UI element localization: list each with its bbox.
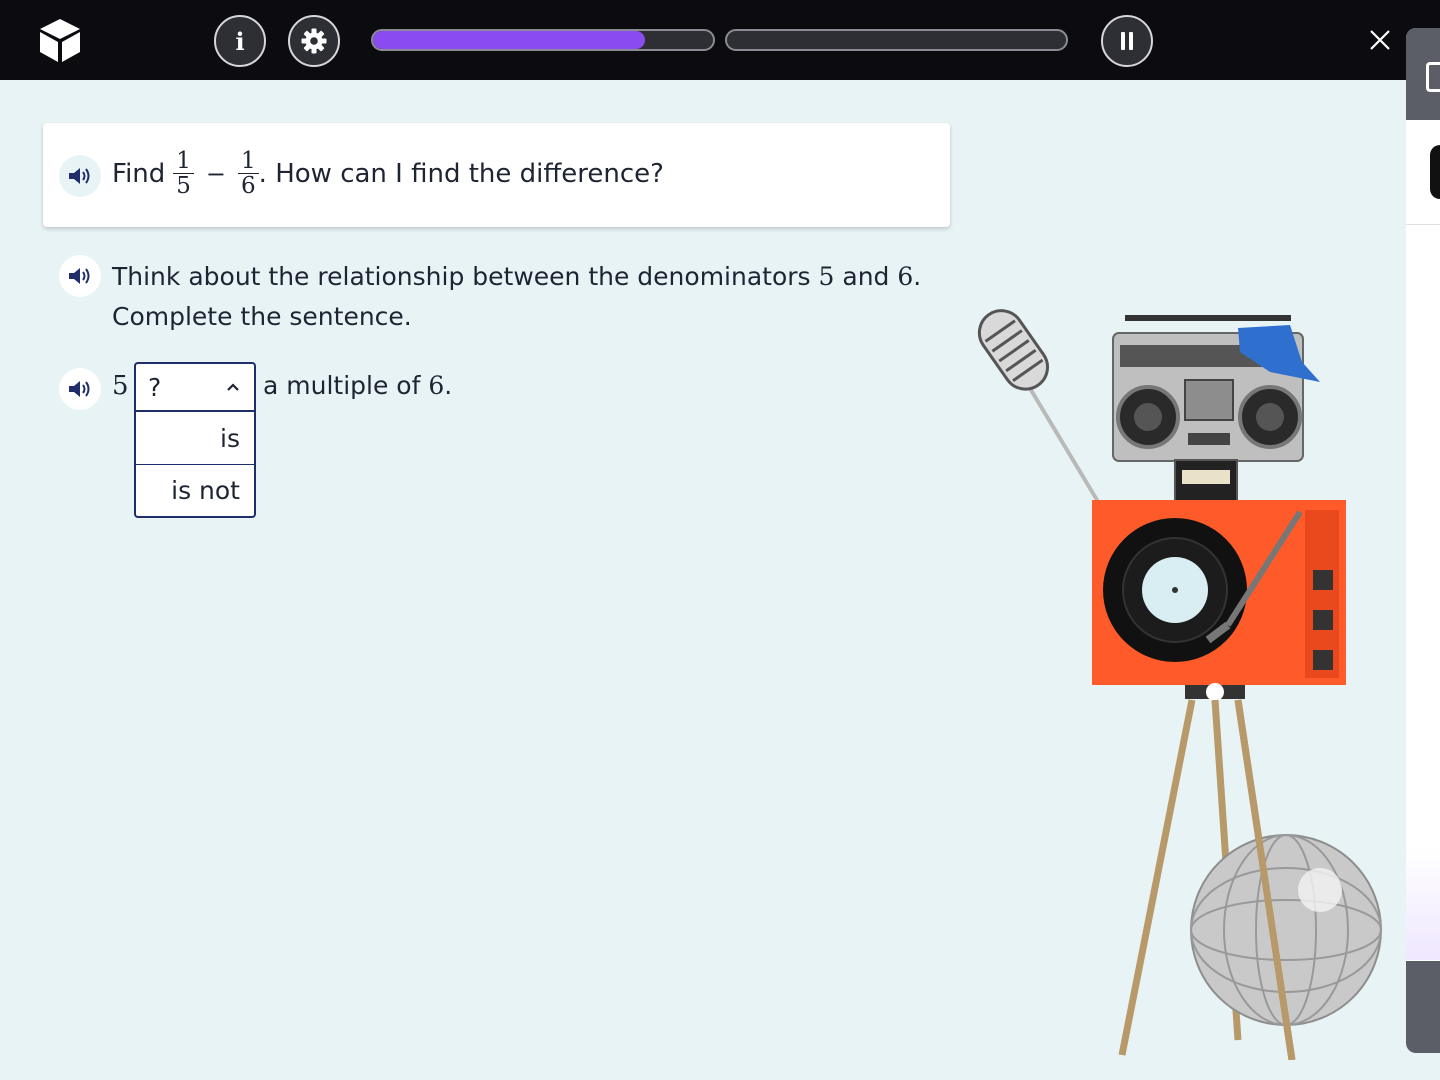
- speaker-icon: [69, 268, 90, 284]
- progress-fill-1: [373, 31, 645, 49]
- dropdown-selected[interactable]: ?: [136, 364, 254, 412]
- cube-logo-icon: [40, 19, 80, 62]
- settings-button[interactable]: [288, 15, 340, 67]
- progress-bar-1: [371, 29, 715, 51]
- microphone-icon: [977, 309, 1102, 507]
- minus-sign: −: [205, 159, 227, 188]
- sentence-speaker-button[interactable]: [59, 368, 101, 410]
- turntable-icon: [1092, 500, 1346, 685]
- fraction-1: 1 5: [173, 149, 194, 198]
- side-panel-tab-bottom[interactable]: [1406, 961, 1440, 1053]
- dropdown-option-is[interactable]: is: [136, 412, 254, 464]
- hint-speaker-button[interactable]: [59, 255, 101, 297]
- music-robot-illustration: [977, 309, 1382, 1060]
- top-bar: i: [0, 0, 1440, 80]
- progress-bar-2: [725, 29, 1068, 51]
- info-button[interactable]: i: [214, 15, 266, 67]
- pause-icon: [1121, 32, 1133, 50]
- question-card: Find 1 5 − 1 6 . How can I find the diff…: [43, 123, 950, 227]
- speaker-icon: [69, 168, 90, 184]
- speaker-icon: [69, 381, 90, 397]
- answer-dropdown[interactable]: ? is is not: [134, 362, 256, 518]
- side-panel-marker: [1430, 145, 1440, 199]
- fraction-2: 1 6: [238, 149, 259, 198]
- close-icon[interactable]: [1366, 26, 1394, 54]
- side-panel-tab-top[interactable]: [1406, 28, 1440, 120]
- side-panel: [1406, 28, 1440, 1053]
- pause-button[interactable]: [1101, 15, 1153, 67]
- hint-text: Think about the relationship between the…: [112, 262, 922, 331]
- sentence-lead-number: 5: [112, 371, 129, 401]
- question-text: Find 1 5 − 1 6 . How can I find the diff…: [112, 148, 664, 199]
- dropdown-option-is-not[interactable]: is not: [136, 464, 254, 516]
- sentence-rest: a multiple of 6.: [263, 371, 453, 400]
- boombox-icon: [1112, 315, 1320, 462]
- chevron-up-icon: [227, 383, 239, 391]
- info-icon: i: [235, 26, 245, 56]
- gear-icon: [301, 28, 327, 54]
- question-speaker-button[interactable]: [59, 155, 101, 197]
